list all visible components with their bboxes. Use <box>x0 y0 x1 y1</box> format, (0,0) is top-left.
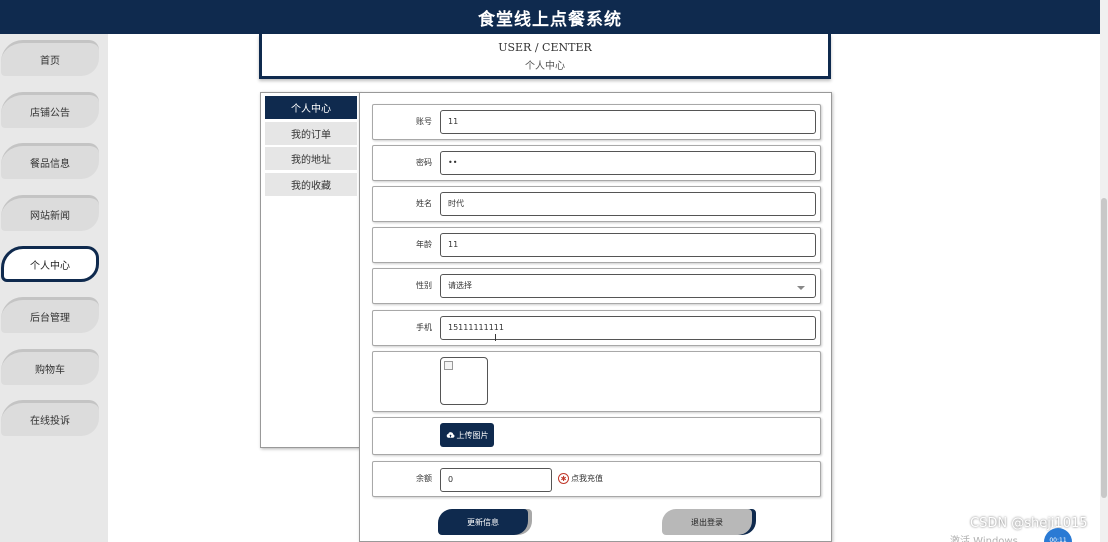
sidebar-item-cart[interactable]: 购物车 <box>1 349 99 385</box>
submenu-item-address[interactable]: 我的地址 <box>265 147 357 170</box>
top-header: 食堂线上点餐系统 <box>0 0 1100 34</box>
name-input[interactable]: 时代 <box>440 192 816 216</box>
form-row-phone: 手机 15111111111 <box>372 310 821 346</box>
recharge-link[interactable]: ✱ 点我充值 <box>558 473 603 484</box>
scrollbar-thumb[interactable] <box>1101 198 1107 498</box>
user-center-header: USER / CENTER 个人中心 <box>259 34 831 79</box>
form-row-balance: 余额 0 ✱ 点我充值 <box>372 461 821 497</box>
recharge-label: 点我充值 <box>571 474 603 483</box>
update-info-button[interactable]: 更新信息 <box>438 509 528 535</box>
sidebar-item-notice[interactable]: 店铺公告 <box>1 92 99 128</box>
phone-label: 手机 <box>416 323 432 332</box>
sidebar-item-user-center[interactable]: 个人中心 <box>1 246 99 282</box>
text-cursor-icon: I <box>494 333 497 344</box>
balance-label: 余额 <box>416 474 432 483</box>
form-row-upload: 上传图片 <box>372 417 821 455</box>
upload-image-label: 上传图片 <box>456 430 489 440</box>
recharge-icon: ✱ <box>558 473 569 484</box>
broken-image-icon <box>444 361 453 370</box>
submenu-item-orders[interactable]: 我的订单 <box>265 122 357 145</box>
form-row-password: 密码 •• <box>372 145 821 181</box>
balance-input: 0 <box>440 468 552 492</box>
gender-select-value: 请选择 <box>448 281 472 290</box>
account-label: 账号 <box>416 117 432 126</box>
submenu-item-profile[interactable]: 个人中心 <box>265 96 357 119</box>
sidebar-item-dishes[interactable]: 餐品信息 <box>1 143 99 179</box>
form-row-avatar <box>372 351 821 412</box>
age-label: 年龄 <box>416 240 432 249</box>
sidebar-item-complaint[interactable]: 在线投诉 <box>1 400 99 436</box>
sidebar-item-admin[interactable]: 后台管理 <box>1 297 99 333</box>
form-row-name: 姓名 时代 <box>372 186 821 222</box>
gender-label: 性别 <box>416 281 432 290</box>
sidebar-item-news[interactable]: 网站新闻 <box>1 195 99 231</box>
gender-select[interactable]: 请选择 <box>440 274 816 298</box>
logout-button[interactable]: 退出登录 <box>662 509 752 535</box>
sidebar: 首页 店铺公告 餐品信息 网站新闻 个人中心 后台管理 购物车 在线投诉 <box>0 34 108 542</box>
user-center-title-en: USER / CENTER <box>498 41 592 54</box>
csdn-watermark: CSDN @sheji1015 <box>970 516 1088 531</box>
user-center-submenu: 个人中心 我的订单 我的地址 我的收藏 <box>260 92 360 448</box>
form-row-age: 年龄 11 <box>372 227 821 263</box>
age-input[interactable]: 11 <box>440 233 816 257</box>
password-label: 密码 <box>416 158 432 167</box>
account-input[interactable]: 11 <box>440 110 816 134</box>
avatar-preview <box>440 357 488 405</box>
password-input[interactable]: •• <box>440 151 816 175</box>
cloud-upload-icon <box>446 432 455 438</box>
page-scrollbar[interactable] <box>1100 0 1108 542</box>
windows-activation-text: 激活 Windows <box>950 536 1018 542</box>
form-row-account: 账号 11 <box>372 104 821 140</box>
upload-image-button[interactable]: 上传图片 <box>440 423 494 447</box>
form-row-gender: 性别 请选择 <box>372 268 821 304</box>
submenu-item-favorites[interactable]: 我的收藏 <box>265 173 357 196</box>
chevron-down-icon <box>797 286 805 290</box>
sidebar-item-home[interactable]: 首页 <box>1 40 99 76</box>
app-title: 食堂线上点餐系统 <box>478 9 622 30</box>
user-center-title-cn: 个人中心 <box>525 61 565 72</box>
name-label: 姓名 <box>416 199 432 208</box>
profile-form: 账号 11 密码 •• 姓名 时代 年龄 11 性别 请选择 手机 151111… <box>359 92 832 542</box>
